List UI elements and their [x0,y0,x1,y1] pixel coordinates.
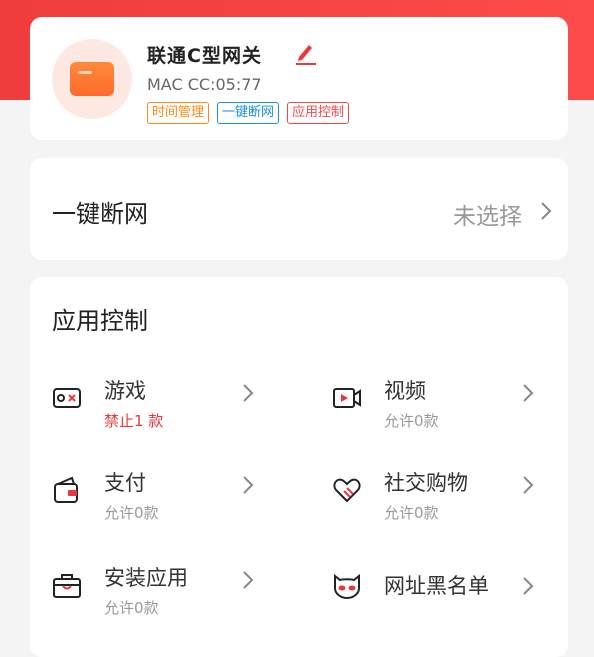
device-tags: 时间管理 一键断网 应用控制 [147,102,350,124]
chevron-right-icon [242,383,254,403]
chevron-right-icon [540,201,552,221]
app-item-label: 网址黑名单 [384,574,489,598]
chevron-right-icon [522,383,534,403]
chevron-right-icon [522,576,534,596]
tag-one-click-disconnect: 一键断网 [217,102,280,124]
one-click-disconnect-row[interactable]: 一键断网 未选择 [30,158,568,260]
app-item-label: 支付 [104,471,146,495]
app-control-title: 应用控制 [52,307,148,335]
chevron-right-icon [242,570,254,590]
app-item-install-apps[interactable]: 安装应用 允许0款 [52,562,282,622]
app-item-status: 禁止1 款 [104,412,164,430]
device-mac: MAC CC:05:77 [147,75,262,94]
wallet-icon [52,475,82,505]
app-item-video[interactable]: 视频 允许0款 [332,375,562,435]
video-icon [332,383,362,413]
briefcase-icon [52,570,82,600]
app-item-label: 安装应用 [104,566,188,590]
app-control-card: 应用控制 游戏 禁止1 款 视频 允许0款 支付 允许0款 社交购物 允许0款 … [30,277,568,657]
tag-time-management: 时间管理 [147,102,210,124]
tag-app-control: 应用控制 [287,102,350,124]
one-click-title: 一键断网 [52,200,148,228]
app-item-status: 允许0款 [384,504,439,522]
one-click-value: 未选择 [453,204,522,230]
app-item-label: 社交购物 [384,471,468,495]
device-name: 联通C型网关 [147,45,262,67]
router-device-icon [52,39,132,119]
app-item-status: 允许0款 [104,599,159,617]
app-item-payment[interactable]: 支付 允许0款 [52,467,282,527]
chevron-right-icon [522,475,534,495]
app-item-status: 允许0款 [384,412,439,430]
gamepad-icon [52,383,82,413]
chevron-right-icon [242,475,254,495]
app-item-social-shopping[interactable]: 社交购物 允许0款 [332,467,562,527]
app-item-label: 游戏 [104,379,146,403]
app-item-games[interactable]: 游戏 禁止1 款 [52,375,282,435]
device-card: 联通C型网关 MAC CC:05:77 时间管理 一键断网 应用控制 [30,17,568,140]
mask-icon [332,570,362,600]
app-item-label: 视频 [384,379,426,403]
app-item-url-blacklist[interactable]: 网址黑名单 [332,562,562,622]
edit-pencil-icon[interactable] [295,41,317,65]
app-item-status: 允许0款 [104,504,159,522]
heart-handshake-icon [332,475,362,505]
